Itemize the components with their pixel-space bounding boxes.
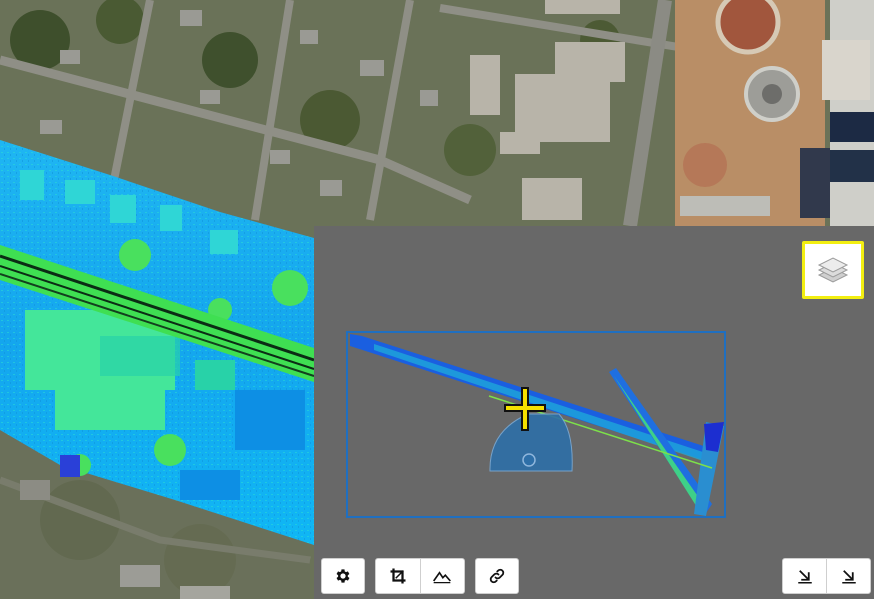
link-icon [489,568,505,584]
arrow-down-right-icon [841,570,856,584]
crop-icon [390,568,406,584]
settings-button[interactable] [322,559,364,593]
settings-button-group [321,558,365,594]
gear-icon [336,569,350,583]
crop-button[interactable] [376,559,420,593]
view-size-button-group [782,558,871,594]
link-button-group [475,558,519,594]
arrow-down-right-icon [797,570,812,584]
collapse-button[interactable] [783,559,826,593]
link-button[interactable] [476,559,518,593]
elevation-profile-icon [433,571,452,584]
profile-button[interactable] [419,559,465,593]
layers-button[interactable] [802,241,864,299]
overview-panel [314,226,874,599]
measure-button-group [375,558,465,594]
layers-icon [817,257,849,283]
expand-button[interactable] [826,559,870,593]
